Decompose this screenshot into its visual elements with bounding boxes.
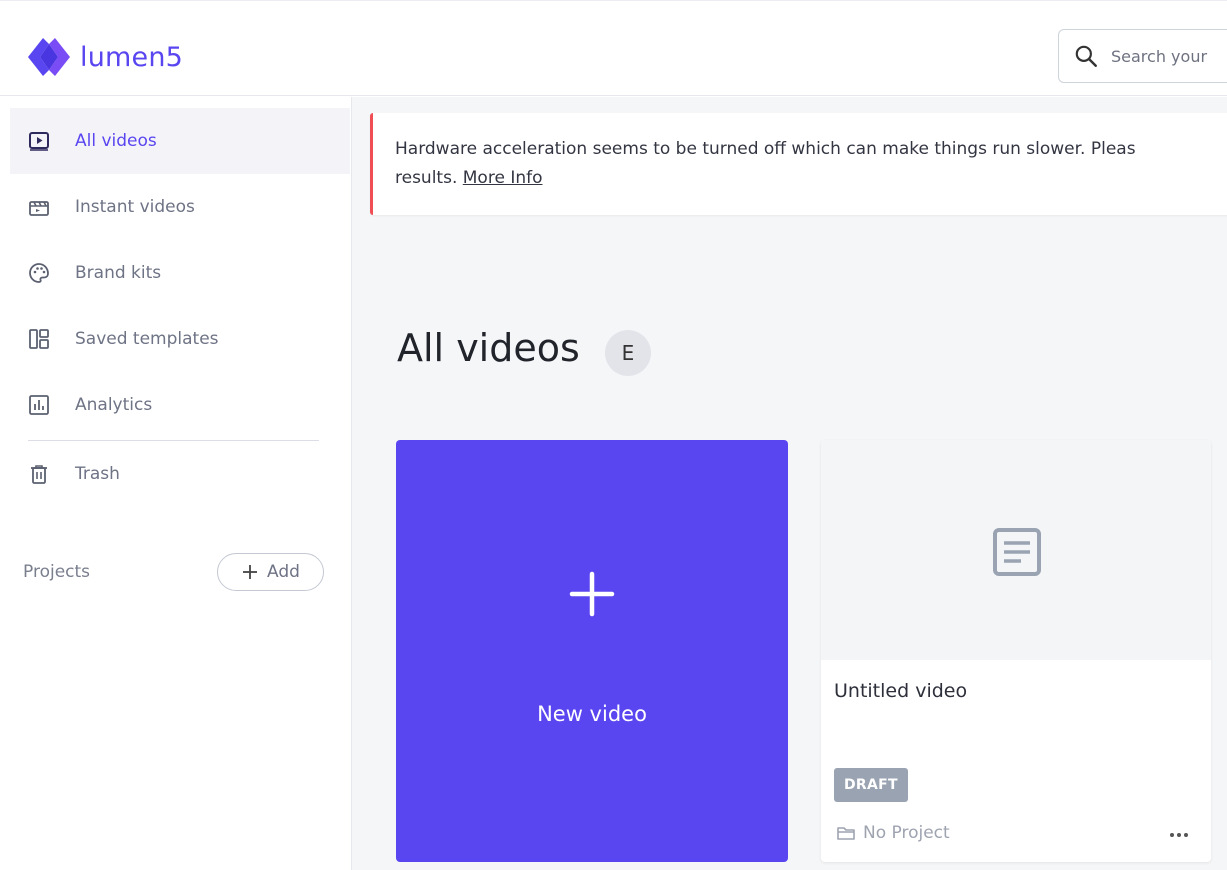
status-badge: DRAFT [834,768,908,802]
palette-icon [26,260,52,286]
more-options-icon[interactable] [1167,823,1191,847]
sidebar-item-label: Analytics [75,395,153,415]
folder-icon [837,827,855,840]
document-icon [993,528,1041,576]
sidebar-item-label: Trash [75,464,120,484]
projects-label: Projects [23,562,91,582]
sidebar-item-brand-kits[interactable]: Brand kits [10,240,350,306]
main-content: Hardware acceleration seems to be turned… [351,97,1227,870]
sidebar-item-all-videos[interactable]: All videos [10,108,350,174]
video-project-label: No Project [863,823,950,843]
play-icon [26,128,52,154]
video-card[interactable]: Untitled video DRAFT No Project [821,440,1211,862]
video-title[interactable]: Untitled video [834,680,967,702]
sidebar-item-saved-templates[interactable]: Saved templates [10,306,350,372]
layout-icon [26,326,52,352]
banner-text-results: results. [395,168,458,188]
top-bar: lumen5 [0,0,1227,96]
banner-text-line-2: results. More Info [395,164,1227,193]
search-icon [1075,45,1097,67]
new-video-label: New video [537,702,647,726]
workspace-badge[interactable]: E [605,330,651,376]
lumen5-logo-icon [28,38,70,76]
plus-icon [569,571,615,617]
sidebar-item-analytics[interactable]: Analytics [10,372,350,438]
add-project-button[interactable]: Add [217,553,324,591]
new-video-button[interactable]: New video [396,440,788,862]
sidebar-item-trash[interactable]: Trash [10,441,350,507]
add-project-label: Add [267,562,300,582]
hardware-acceleration-banner: Hardware acceleration seems to be turned… [370,113,1227,215]
trash-icon [26,461,52,487]
sidebar-item-instant-videos[interactable]: Instant videos [10,174,350,240]
search-input[interactable] [1111,46,1227,66]
sidebar-item-label: Brand kits [75,263,162,283]
sidebar-item-label: Saved templates [75,329,219,349]
video-thumbnail [821,440,1211,660]
clapperboard-icon [26,194,52,220]
page-title: All videos [397,326,580,370]
sidebar-item-label: Instant videos [75,197,195,217]
brand-name: lumen5 [80,41,184,73]
sidebar: All videos Instant videos Brand kits Sav… [0,97,350,870]
more-info-link[interactable]: More Info [463,168,543,188]
sidebar-item-label: All videos [75,131,157,151]
search-box[interactable] [1058,29,1227,83]
banner-text-line-1: Hardware acceleration seems to be turned… [395,139,1136,159]
plus-icon [243,565,258,579]
logo[interactable]: lumen5 [26,34,183,80]
video-project[interactable]: No Project [836,823,950,843]
bar-chart-icon [26,392,52,418]
